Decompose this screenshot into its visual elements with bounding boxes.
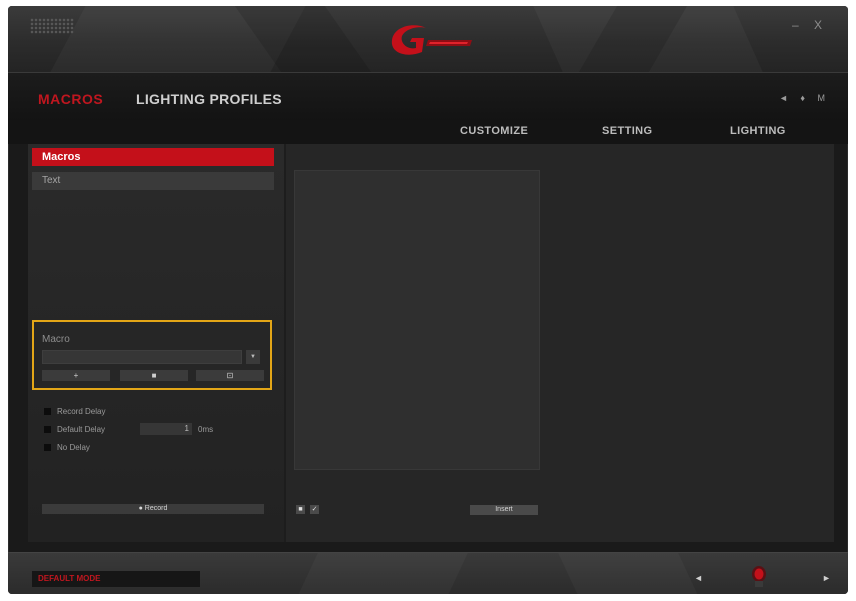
status-badge: DEFAULT MODE — [32, 571, 200, 587]
main-nav: MACROS LIGHTING PROFILES ◄ ♦ M — [8, 72, 848, 121]
app-window: – X MACROS LIGHTING PROFILES ◄ ♦ M CUSTO… — [8, 6, 848, 594]
tab-bar: CUSTOMIZE SETTING LIGHTING — [8, 120, 848, 144]
nav-lighting-profiles[interactable]: LIGHTING PROFILES — [136, 91, 282, 107]
default-delay-label: Default Delay — [57, 425, 106, 434]
window-controls: – X — [792, 18, 828, 32]
macro-list: Macros Text — [32, 146, 276, 298]
no-delay-label: No Delay — [57, 443, 90, 452]
title-bar: – X — [8, 6, 848, 72]
stop-icon[interactable]: ■ — [296, 505, 305, 514]
vent-grille-icon — [30, 18, 74, 34]
footer-bar: DEFAULT MODE ◄ ► — [8, 552, 848, 594]
copy-macro-button[interactable]: ⊡ — [196, 370, 264, 381]
delay-unit-label: 0ms — [198, 425, 214, 434]
next-profile-button[interactable]: ► — [822, 573, 831, 583]
add-macro-button[interactable]: + — [42, 370, 110, 381]
settings-icon[interactable]: ♦ — [800, 93, 810, 103]
list-item-text[interactable]: Text — [32, 172, 274, 190]
stop-macro-button[interactable]: ■ — [120, 370, 188, 381]
no-delay-option: No Delay — [44, 442, 90, 454]
back-icon[interactable]: ◄ — [779, 93, 793, 103]
record-button[interactable]: ● Record — [42, 504, 264, 514]
left-pane: Macros Text Macro ▼ + ■ ⊡ Record Delay D… — [28, 144, 284, 542]
close-button[interactable]: X — [814, 18, 828, 32]
insert-button[interactable]: Insert — [470, 505, 538, 515]
default-delay-option: Default Delay 1 0ms — [44, 423, 244, 436]
macro-panel: Macro ▼ + ■ ⊡ — [32, 320, 272, 390]
prev-profile-button[interactable]: ◄ — [694, 573, 703, 583]
nav-tools: ◄ ♦ M — [779, 93, 830, 103]
record-delay-checkbox[interactable] — [44, 408, 51, 416]
tab-lighting[interactable]: LIGHTING — [730, 125, 786, 137]
macro-editor[interactable] — [294, 170, 540, 470]
default-delay-input[interactable]: 1 — [140, 423, 192, 435]
list-item-macros[interactable]: Macros — [32, 148, 274, 166]
gskill-logo-icon — [391, 25, 472, 55]
menu-icon[interactable]: M — [818, 93, 831, 103]
macro-label: Macro — [42, 334, 70, 345]
pane-divider — [284, 144, 286, 542]
tab-setting[interactable]: SETTING — [602, 125, 652, 137]
macro-select[interactable] — [42, 350, 242, 364]
chevron-down-icon[interactable]: ▼ — [246, 350, 260, 364]
default-delay-checkbox[interactable] — [44, 426, 51, 434]
record-delay-label: Record Delay — [57, 407, 106, 416]
no-delay-checkbox[interactable] — [44, 444, 51, 452]
gskill-mascot-icon[interactable] — [750, 565, 768, 589]
minimize-button[interactable]: – — [792, 18, 805, 32]
check-icon[interactable]: ✓ — [310, 505, 319, 514]
nav-macros[interactable]: MACROS — [38, 91, 103, 107]
tab-customize[interactable]: CUSTOMIZE — [460, 125, 528, 137]
record-delay-option: Record Delay — [44, 406, 105, 418]
content-area: Macros Text Macro ▼ + ■ ⊡ Record Delay D… — [28, 144, 834, 542]
